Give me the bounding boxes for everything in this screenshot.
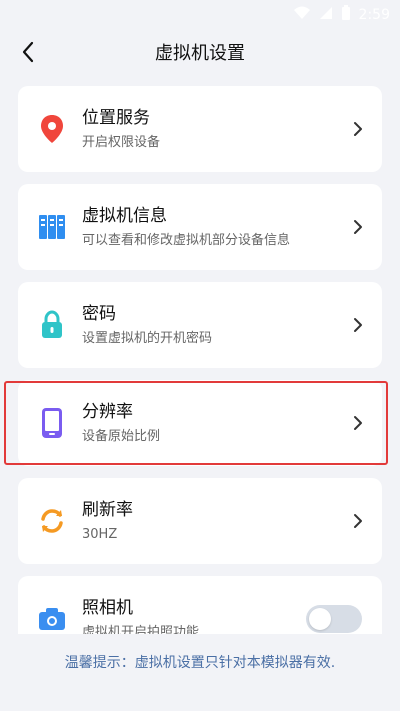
item-title: 刷新率	[82, 500, 133, 520]
resolution-item[interactable]: 分辨率 设备原始比例	[18, 380, 382, 466]
battery-icon	[341, 5, 351, 25]
password-item[interactable]: 密码 设置虚拟机的开机密码	[18, 282, 382, 368]
page-title: 虚拟机设置	[155, 43, 245, 64]
wifi-icon	[293, 6, 311, 24]
chevron-right-icon	[348, 511, 368, 531]
camera-toggle[interactable]	[306, 605, 362, 633]
chevron-right-icon	[348, 217, 368, 237]
item-subtitle: 虚拟机开启拍照功能	[82, 625, 200, 634]
chevron-right-icon	[348, 315, 368, 335]
refresh-icon	[34, 503, 70, 539]
status-time: 2:59	[358, 7, 390, 23]
chevron-right-icon	[348, 413, 368, 433]
camera-icon	[34, 601, 70, 634]
header: 虚拟机设置	[0, 30, 400, 74]
location-pin-icon	[34, 111, 70, 147]
settings-list: 位置服务 开启权限设备 虚拟机信息 可以查看和修改虚拟机部分设备信息 密码 设置…	[18, 86, 382, 634]
item-title: 照相机	[82, 598, 133, 618]
item-subtitle: 可以查看和修改虚拟机部分设备信息	[82, 233, 291, 248]
item-subtitle: 30HZ	[82, 527, 118, 542]
phone-icon	[34, 405, 70, 441]
item-title: 密码	[82, 304, 116, 324]
item-title: 分辨率	[82, 402, 133, 422]
chevron-left-icon	[22, 41, 34, 63]
location-service-item[interactable]: 位置服务 开启权限设备	[18, 86, 382, 172]
item-subtitle: 开启权限设备	[82, 135, 161, 150]
vm-info-item[interactable]: 虚拟机信息 可以查看和修改虚拟机部分设备信息	[18, 184, 382, 270]
refresh-rate-item[interactable]: 刷新率 30HZ	[18, 478, 382, 564]
item-title: 虚拟机信息	[82, 206, 167, 226]
toggle-knob	[309, 608, 331, 630]
status-bar: 2:59	[0, 0, 400, 30]
chevron-right-icon	[348, 119, 368, 139]
tip-text: 温馨提示：虚拟机设置只针对本模拟器有效.	[64, 655, 336, 671]
server-info-icon	[34, 209, 70, 245]
item-subtitle: 设置虚拟机的开机密码	[82, 331, 213, 346]
item-subtitle: 设备原始比例	[82, 429, 161, 444]
lock-icon	[34, 307, 70, 343]
item-title: 位置服务	[82, 108, 150, 128]
back-button[interactable]	[10, 34, 46, 70]
signal-icon	[319, 6, 333, 24]
camera-item[interactable]: 照相机 虚拟机开启拍照功能	[18, 576, 382, 634]
